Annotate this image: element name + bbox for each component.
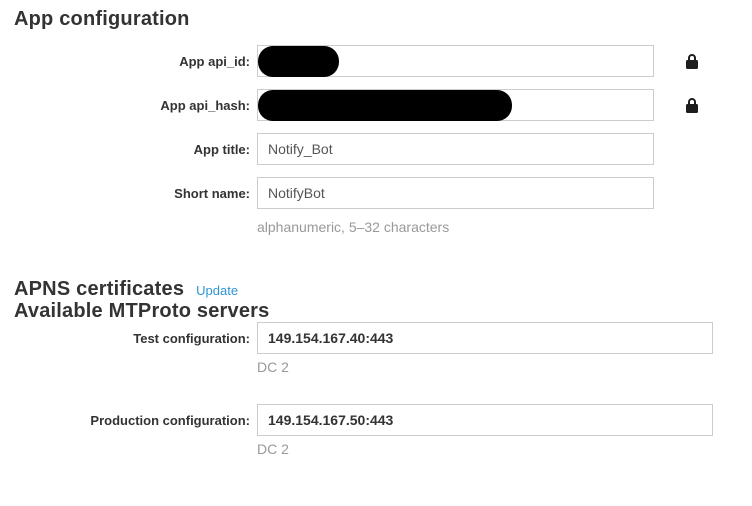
test-configuration-label: Test configuration:	[14, 331, 250, 346]
app-configuration-heading: App configuration	[14, 0, 752, 30]
short-name-label: Short name:	[14, 186, 250, 201]
production-dc-helper-row: DC 2	[14, 441, 752, 457]
short-name-helper: alphanumeric, 5–32 characters	[257, 219, 449, 235]
apns-section-header: APNS certificates Update	[14, 278, 752, 300]
lock-icon	[685, 97, 699, 114]
app-configuration-page: App configuration App api_id: App api_ha…	[0, 0, 752, 506]
app-title-input[interactable]	[257, 133, 654, 165]
api-id-label: App api_id:	[14, 54, 250, 69]
form-row-production-configuration: Production configuration:	[14, 404, 752, 436]
form-row-api-hash: App api_hash:	[14, 89, 752, 121]
api-id-input-wrap	[257, 45, 654, 77]
form-row-test-configuration: Test configuration:	[14, 322, 752, 354]
test-dc-helper-row: DC 2	[14, 359, 752, 375]
helper-spacer	[14, 441, 250, 457]
api-hash-lock-wrap	[685, 97, 699, 114]
apns-certificates-heading: APNS certificates	[14, 278, 184, 300]
short-name-input-wrap	[257, 177, 654, 209]
production-configuration-input-wrap	[257, 404, 713, 436]
test-configuration-input-wrap	[257, 322, 713, 354]
api-id-redaction-mark	[258, 46, 339, 77]
form-row-api-id: App api_id:	[14, 45, 752, 77]
api-hash-input-wrap	[257, 89, 654, 121]
api-hash-redaction-mark	[258, 90, 512, 121]
short-name-helper-row: alphanumeric, 5–32 characters	[14, 219, 752, 235]
api-id-lock-wrap	[685, 53, 699, 70]
app-title-input-wrap	[257, 133, 654, 165]
short-name-input[interactable]	[257, 177, 654, 209]
helper-spacer	[14, 219, 250, 235]
production-dc-label: DC 2	[257, 441, 289, 457]
mtproto-servers-heading: Available MTProto servers	[14, 300, 752, 322]
apns-update-link[interactable]: Update	[196, 283, 238, 298]
form-row-short-name: Short name:	[14, 177, 752, 209]
test-dc-label: DC 2	[257, 359, 289, 375]
form-row-app-title: App title:	[14, 133, 752, 165]
test-configuration-input[interactable]	[257, 322, 713, 354]
api-hash-label: App api_hash:	[14, 98, 250, 113]
production-configuration-label: Production configuration:	[14, 413, 250, 428]
app-title-label: App title:	[14, 142, 250, 157]
helper-spacer	[14, 359, 250, 375]
lock-icon	[685, 53, 699, 70]
production-configuration-input[interactable]	[257, 404, 713, 436]
